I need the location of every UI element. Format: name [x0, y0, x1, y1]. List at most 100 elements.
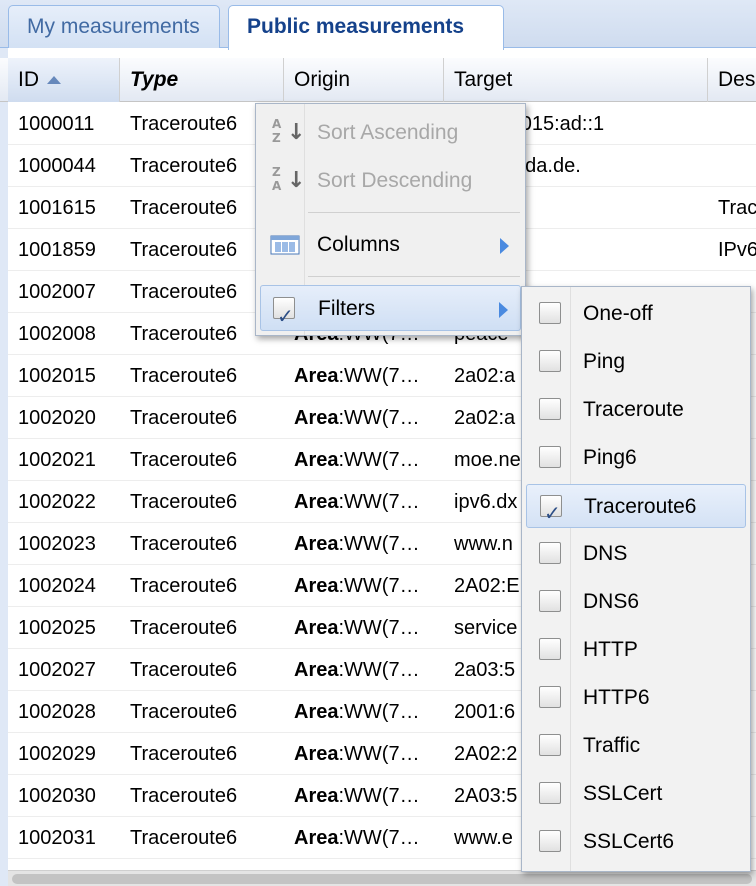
- origin-key: Area: [294, 575, 339, 597]
- filter-item[interactable]: DNS6: [526, 580, 746, 624]
- tab-public-measurements[interactable]: Public measurements: [228, 5, 504, 50]
- horizontal-scrollbar[interactable]: [8, 870, 756, 886]
- filter-item[interactable]: HTTP: [526, 628, 746, 672]
- submenu-arrow-icon: [500, 238, 509, 254]
- menu-item-filters[interactable]: Filters: [260, 285, 521, 339]
- filter-checkbox[interactable]: [540, 491, 562, 535]
- filter-checkbox[interactable]: [539, 542, 561, 564]
- filter-item-label: Ping6: [583, 446, 637, 469]
- menu-item-sort-ascending[interactable]: A Z ↓ Sort Ascending: [260, 110, 521, 156]
- origin-key: Area: [294, 365, 339, 387]
- cell-origin: Area:WW(7…: [284, 439, 444, 481]
- column-header-label: Des: [718, 68, 756, 91]
- cell-type: Traceroute6: [130, 785, 238, 807]
- cell-description: [708, 103, 756, 145]
- cell-origin: Area:WW(7…: [284, 607, 444, 649]
- cell-id: 1002025: [18, 617, 96, 639]
- cell-id: 1002031: [18, 827, 96, 849]
- cell-id: 1002029: [18, 743, 96, 765]
- cell-id: 1002023: [18, 533, 96, 555]
- cell-id: 1001615: [18, 197, 96, 219]
- filter-checkbox[interactable]: [539, 638, 561, 660]
- column-header-type[interactable]: Type: [120, 58, 284, 102]
- filter-item-label: SSLCert6: [583, 830, 675, 853]
- filter-item[interactable]: Ping: [526, 340, 746, 384]
- filter-item[interactable]: SSLCert6: [526, 820, 746, 864]
- column-header-id[interactable]: ID: [8, 58, 120, 102]
- cell-id: 1002024: [18, 575, 96, 597]
- cell-type: Traceroute6: [130, 827, 238, 849]
- tab-bar: My measurements Public measurements: [0, 0, 756, 50]
- filter-item[interactable]: One-off: [526, 292, 746, 336]
- filter-checkbox[interactable]: [539, 302, 561, 324]
- cell-id: 1001859: [18, 239, 96, 261]
- filter-checkbox[interactable]: [539, 734, 561, 756]
- scrollbar-thumb[interactable]: [12, 874, 752, 884]
- origin-value: :WW(7…: [338, 701, 420, 723]
- origin-key: Area: [294, 533, 339, 555]
- filter-checkbox[interactable]: [539, 398, 561, 420]
- menu-item-sort-descending[interactable]: Z A ↓ Sort Descending: [260, 158, 521, 204]
- filter-checkbox[interactable]: [539, 830, 561, 852]
- filter-item-label: Traffic: [583, 734, 641, 757]
- column-header-label: Type: [130, 68, 179, 91]
- origin-key: Area: [294, 827, 339, 849]
- filter-checkbox[interactable]: [539, 446, 561, 468]
- filter-item[interactable]: DNS: [526, 532, 746, 576]
- origin-value: :WW(7…: [338, 575, 420, 597]
- menu-separator: [308, 212, 520, 213]
- origin-key: Area: [294, 491, 339, 513]
- filter-submenu: One-off Ping Traceroute Ping6 Traceroute6 DNS…: [521, 286, 751, 872]
- menu-item-label: Sort Ascending: [317, 121, 459, 144]
- filter-item-label: DNS: [583, 542, 628, 565]
- origin-key: Area: [294, 743, 339, 765]
- filters-checkbox[interactable]: [273, 293, 295, 339]
- origin-key: Area: [294, 785, 339, 807]
- filter-checkbox[interactable]: [539, 686, 561, 708]
- cell-id: 1002021: [18, 449, 96, 471]
- menu-item-label: Filters: [318, 297, 376, 320]
- filter-item[interactable]: Traceroute: [526, 388, 746, 432]
- cell-type: Traceroute6: [130, 743, 238, 765]
- cell-id: 1002030: [18, 785, 96, 807]
- sort-descending-icon: Z A ↓: [272, 165, 306, 194]
- filter-item[interactable]: Ping6: [526, 436, 746, 480]
- origin-key: Area: [294, 617, 339, 639]
- cell-type: Traceroute6: [130, 575, 238, 597]
- filter-item-label: Traceroute6: [584, 495, 697, 518]
- sort-ascending-icon: [47, 76, 61, 84]
- column-header-description[interactable]: Des: [708, 58, 756, 102]
- tab-label: Public measurements: [247, 15, 465, 38]
- cell-id: 1002015: [18, 365, 96, 387]
- origin-key: Area: [294, 659, 339, 681]
- filter-item[interactable]: HTTP6: [526, 676, 746, 720]
- cell-origin: Area:WW(7…: [284, 649, 444, 691]
- filter-item[interactable]: Traffic: [526, 724, 746, 768]
- filter-checkbox[interactable]: [539, 782, 561, 804]
- cell-type: Traceroute6: [130, 617, 238, 639]
- origin-value: :WW(7…: [338, 407, 420, 429]
- filter-item[interactable]: SSLCert: [526, 772, 746, 816]
- menu-item-columns[interactable]: Columns: [260, 222, 521, 268]
- origin-value: :WW(7…: [338, 617, 420, 639]
- filter-checkbox[interactable]: [539, 350, 561, 372]
- origin-value: :WW(7…: [338, 449, 420, 471]
- cell-type: Traceroute6: [130, 491, 238, 513]
- filter-item[interactable]: Traceroute6: [526, 484, 746, 535]
- columns-icon: [270, 230, 300, 260]
- column-header-label: Origin: [294, 68, 351, 91]
- column-header-origin[interactable]: Origin: [284, 58, 444, 102]
- filter-item-label: One-off: [583, 302, 653, 325]
- origin-value: :WW(7…: [338, 659, 420, 681]
- column-header-target[interactable]: Target: [444, 58, 708, 102]
- menu-separator: [308, 276, 520, 277]
- origin-value: :WW(7…: [338, 785, 420, 807]
- filter-checkbox[interactable]: [539, 590, 561, 612]
- cell-origin: Area:WW(7…: [284, 397, 444, 439]
- submenu-arrow-icon: [499, 302, 508, 318]
- origin-key: Area: [294, 701, 339, 723]
- cell-type: Traceroute6: [130, 365, 238, 387]
- cell-type: Traceroute6: [130, 533, 238, 555]
- tab-my-measurements[interactable]: My measurements: [8, 5, 220, 48]
- column-menu: A Z ↓ Sort Ascending Z A ↓ Sort Descending C…: [255, 103, 526, 339]
